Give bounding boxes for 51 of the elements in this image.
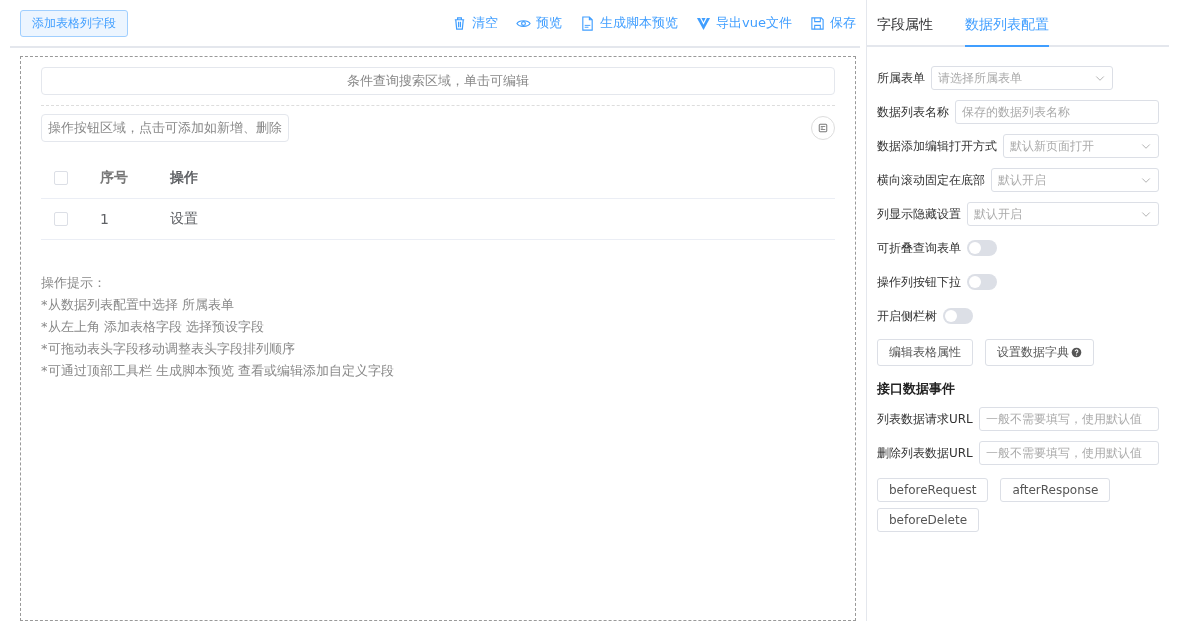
checkbox[interactable]: [54, 171, 68, 185]
tab[interactable]: 数据列表配置: [965, 0, 1049, 47]
field-label: 列表数据请求URL: [877, 410, 973, 428]
document-icon: [580, 15, 596, 31]
tip-text: *可拖动表头字段移动调整表头字段排列顺序: [41, 340, 296, 358]
toolbar-button[interactable]: 清空: [452, 14, 499, 32]
tab[interactable]: 字段属性: [877, 0, 933, 47]
table-cell: 设置: [170, 210, 198, 228]
field-label: 所属表单: [877, 69, 925, 87]
toolbar-button[interactable]: 保存: [810, 14, 856, 32]
tip-text: *从数据列表配置中选择 所属表单: [41, 296, 235, 314]
settings-button[interactable]: [811, 116, 835, 140]
checkbox[interactable]: [54, 212, 68, 226]
toolbar-button[interactable]: 生成脚本预览: [580, 14, 679, 32]
select-field[interactable]: 默认开启: [991, 168, 1159, 192]
field-label: 删除列表数据URL: [877, 444, 973, 462]
toggle-switch[interactable]: [943, 308, 973, 324]
column-header: 序号: [100, 169, 129, 187]
tip-text: *从左上角 添加表格字段 选择预设字段: [41, 318, 265, 336]
toolbar-button[interactable]: 预览: [516, 14, 563, 32]
event-button[interactable]: beforeDelete: [877, 508, 980, 532]
tip-text: 操作提示：: [41, 274, 107, 292]
panel-button[interactable]: 编辑表格属性: [877, 339, 973, 366]
field-label: 操作列按钮下拉: [877, 273, 961, 291]
field-label: 列显示隐藏设置: [877, 205, 961, 223]
toggle-switch[interactable]: [967, 240, 997, 256]
field-label: 数据列表名称: [877, 103, 949, 121]
field-label: 可折叠查询表单: [877, 239, 961, 257]
panel-button[interactable]: 设置数据字典: [985, 339, 1094, 366]
select-field[interactable]: 默认开启: [967, 202, 1159, 226]
field-label: 开启侧栏树: [877, 307, 937, 325]
event-button[interactable]: beforeRequest: [877, 478, 989, 502]
event-button[interactable]: afterResponse: [1000, 478, 1111, 502]
field-label: 数据添加编辑打开方式: [877, 137, 997, 155]
table-cell-text: 1: [100, 211, 110, 227]
action-area[interactable]: 操作按钮区域，点击可添加如新增、删除: [41, 114, 289, 142]
add-column-button[interactable]: 添加表格列字段: [20, 9, 128, 37]
select-field[interactable]: 请选择所属表单: [931, 66, 1113, 90]
search-area[interactable]: 条件查询搜索区域，单击可编辑: [41, 67, 835, 95]
toggle-switch[interactable]: [967, 274, 997, 290]
select-field[interactable]: 默认新页面打开: [1003, 134, 1159, 158]
section-title: 接口数据事件: [877, 380, 956, 398]
field-label: 横向滚动固定在底部: [877, 171, 985, 189]
input-field[interactable]: 一般不需要填写，使用默认值: [978, 441, 1159, 465]
column-header: 操作: [170, 169, 198, 187]
toolbar-button[interactable]: 导出vue文件: [696, 14, 792, 32]
tip-text: *可通过顶部工具栏 生成脚本预览 查看或编辑添加自定义字段: [41, 362, 395, 380]
input-field[interactable]: 一般不需要填写，使用默认值: [978, 407, 1159, 431]
help-icon: [1071, 347, 1082, 358]
input-field[interactable]: 保存的数据列表名称: [955, 100, 1159, 124]
v-logo-icon: [696, 15, 712, 31]
